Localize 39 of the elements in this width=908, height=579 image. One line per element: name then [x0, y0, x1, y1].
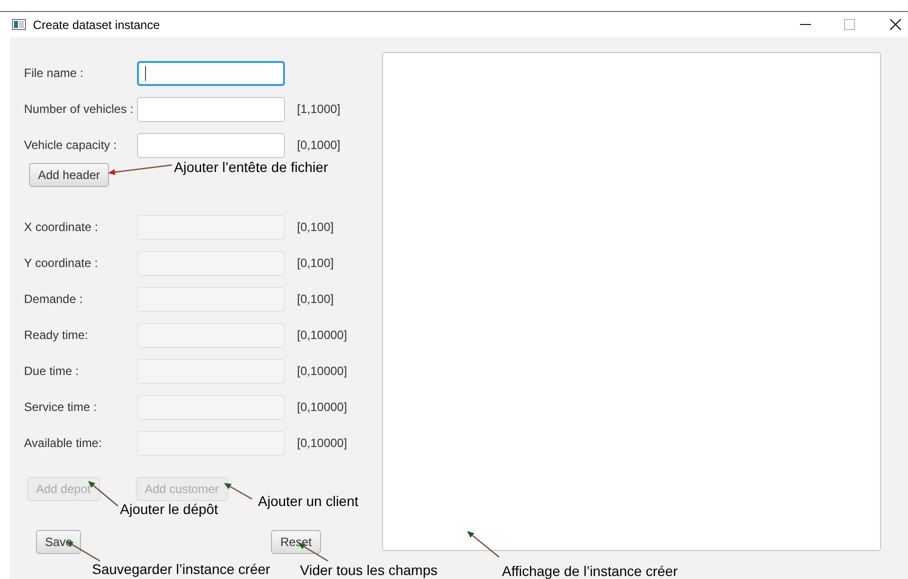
close-icon[interactable] [890, 19, 901, 30]
maximize-icon[interactable] [844, 19, 855, 30]
annotation-text: Sauvegarder l’instance créer [92, 561, 270, 578]
field-label: Vehicle capacity : [24, 137, 118, 154]
add-header-button[interactable]: Add header [29, 163, 110, 187]
field-label: Y coordinate : [24, 255, 99, 272]
arrow [224, 483, 252, 500]
input-field[interactable] [137, 60, 285, 86]
range-hint: [0,1000] [297, 137, 340, 154]
range-hint: [0,100] [297, 255, 334, 272]
range-hint: [0,100] [297, 291, 334, 308]
text-cursor [145, 66, 146, 80]
field-label: Service time : [24, 399, 98, 416]
range-hint: [0,10000] [297, 399, 348, 416]
field-label: Available time: [24, 435, 103, 452]
field-label: Due time : [24, 363, 80, 380]
arrow [467, 531, 500, 558]
input-field[interactable] [137, 96, 285, 122]
window-title: Create dataset instance [33, 16, 160, 34]
field-label: File name : [24, 65, 84, 82]
annotation-text: Ajouter l’entête de fichier [174, 159, 328, 176]
field-label: Demande : [24, 291, 84, 308]
minimize-icon[interactable] [800, 24, 811, 26]
app-icon [12, 19, 26, 30]
field-label: X coordinate : [24, 219, 100, 236]
field-label: Number of vehicles : [24, 101, 134, 118]
annotation-text: Ajouter le dépôt [120, 501, 218, 518]
annotation-text: Vider tous les champs [300, 562, 438, 579]
input-field[interactable] [137, 132, 285, 158]
annotation-text: Affichage de l’instance créer [502, 563, 678, 579]
annotation-text: Ajouter un client [258, 493, 358, 510]
range-hint: [1,1000] [297, 101, 340, 118]
range-hint: [0,10000] [297, 327, 348, 344]
arrow [108, 164, 172, 176]
range-hint: [0,10000] [297, 435, 348, 452]
range-hint: [0,10000] [297, 363, 348, 380]
range-hint: [0,100] [297, 219, 334, 236]
field-label: Ready time: [24, 327, 90, 344]
output-text-area[interactable] [382, 52, 881, 551]
